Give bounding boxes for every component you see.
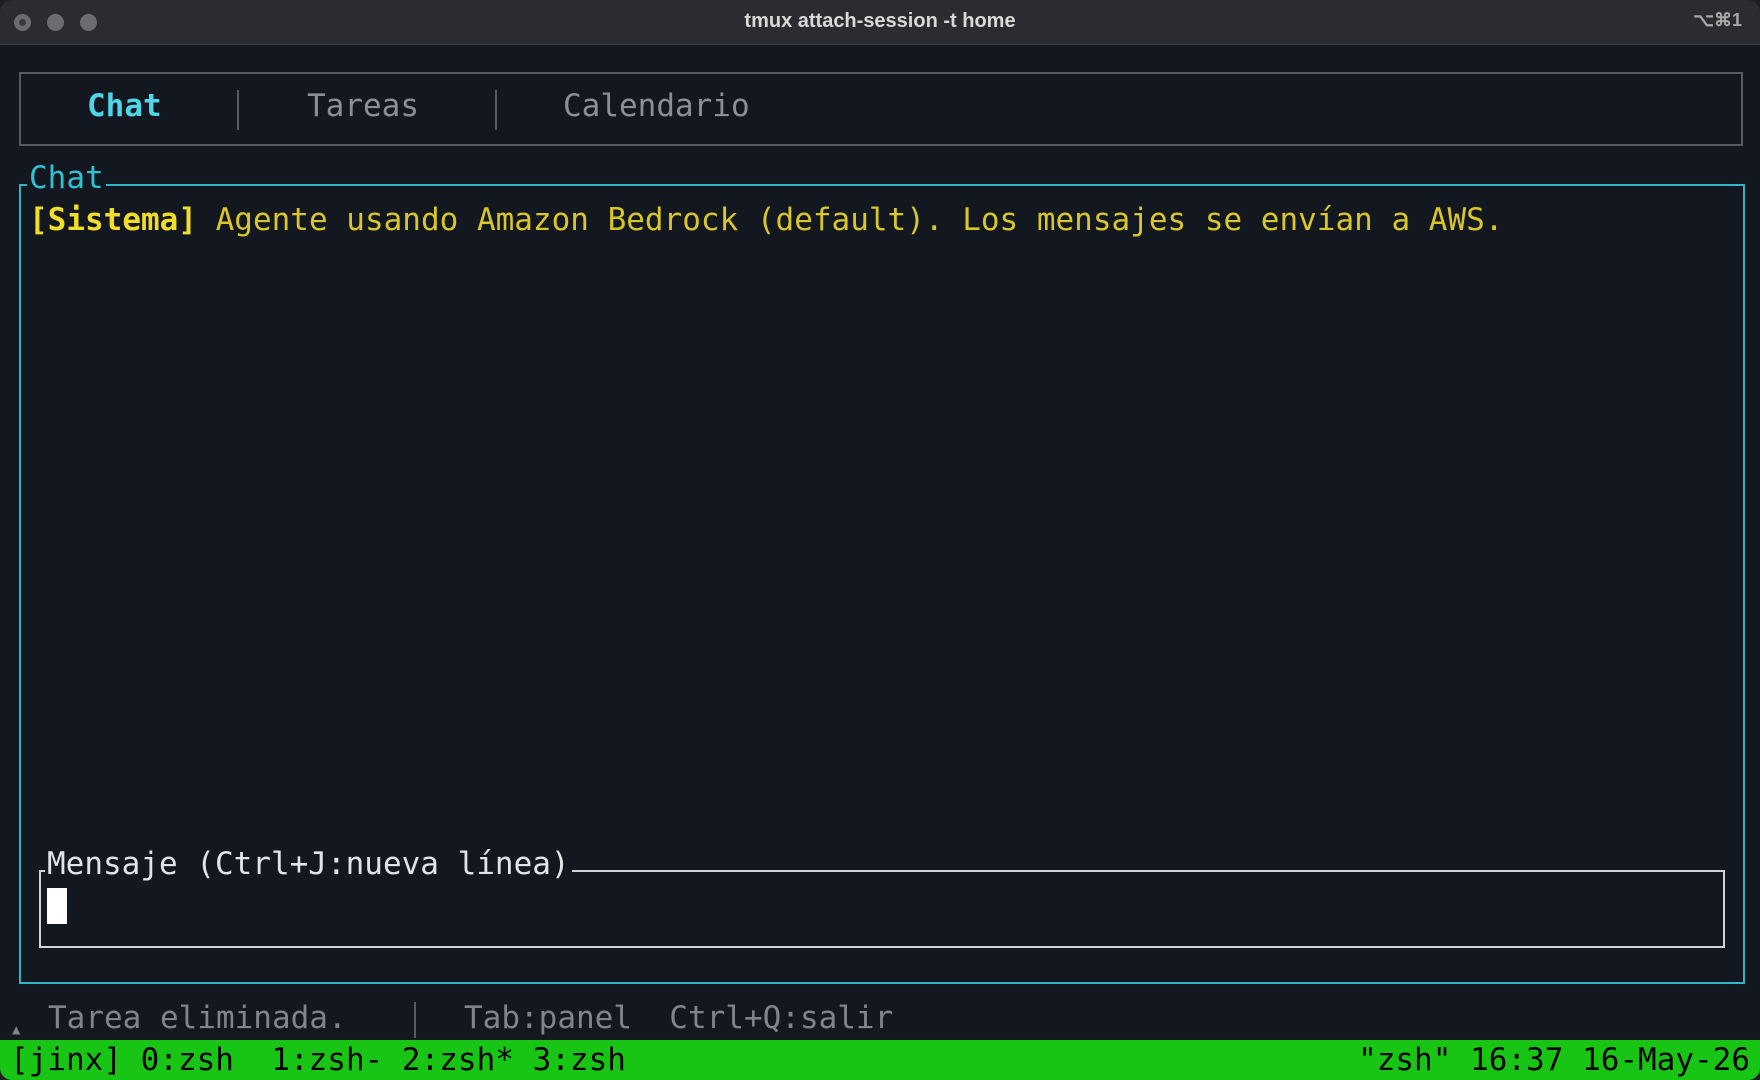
tmux-status-bar: [jinx] 0:zsh 1:zsh- 2:zsh* 3:zsh "zsh" 1… (0, 1040, 1760, 1080)
message-sender: [Sistema] (29, 202, 197, 238)
chat-panel-title: Chat (27, 160, 106, 196)
message-input-label: Mensaje (Ctrl+J:nueva línea) (45, 846, 572, 882)
text-cursor (47, 888, 67, 924)
chat-message: [Sistema] Agente usando Amazon Bedrock (… (29, 202, 1503, 238)
chat-panel: Chat [Sistema] Agente usando Amazon Bedr… (19, 160, 1745, 984)
message-text: Agente usando Amazon Bedrock (default). … (196, 202, 1504, 238)
tab-bar: Chat Tareas Calendario (19, 72, 1743, 146)
window-title: tmux attach-session -t home (744, 10, 1016, 32)
status-line: ▲ Tarea eliminada. Tab:panel Ctrl+Q:sali… (12, 1000, 893, 1040)
message-input[interactable]: Mensaje (Ctrl+J:nueva línea) (39, 846, 1725, 948)
tab-separator (495, 90, 497, 130)
tab-separator (237, 90, 239, 130)
tab-chat[interactable]: Chat (87, 88, 162, 124)
terminal-window: tmux attach-session -t home ⌥⌘1 Chat Tar… (0, 0, 1760, 1080)
status-message: Tarea eliminada. (48, 1000, 347, 1036)
status-separator (414, 1002, 416, 1038)
window-shortcut: ⌥⌘1 (1693, 10, 1742, 30)
tab-tareas[interactable]: Tareas (307, 88, 419, 124)
tmux-clock: "zsh" 16:37 16-May-26 (1358, 1042, 1750, 1078)
tmux-window-list[interactable]: [jinx] 0:zsh 1:zsh- 2:zsh* 3:zsh (10, 1042, 626, 1078)
title-bar: tmux attach-session -t home ⌥⌘1 (0, 0, 1760, 45)
key-hints: Tab:panel Ctrl+Q:salir (464, 1000, 894, 1036)
triangle-up-icon: ▲ (12, 1022, 21, 1038)
tab-calendario[interactable]: Calendario (563, 88, 750, 124)
